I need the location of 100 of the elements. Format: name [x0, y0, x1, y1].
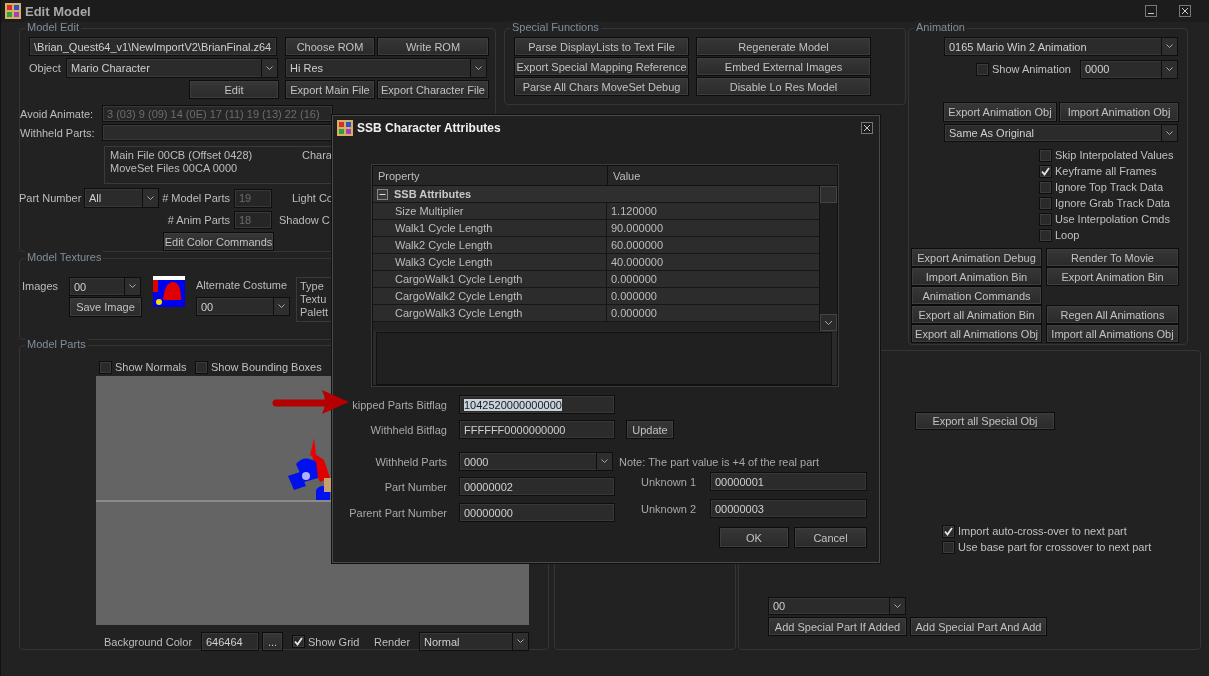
render-dropdown[interactable]: Normal — [419, 632, 529, 651]
property-name: Size Multiplier — [373, 203, 607, 219]
function-button[interactable]: Disable Lo Res Model — [696, 77, 871, 96]
option-checkbox[interactable]: Show Bounding Boxes — [195, 359, 322, 375]
animation-button[interactable]: Export all Animations Obj — [911, 324, 1042, 343]
function-button[interactable]: Regenerate Model — [696, 37, 871, 56]
add-special-part-and-add-button[interactable]: Add Special Part And Add — [910, 617, 1047, 636]
unknown-field[interactable]: 00000001 — [710, 472, 867, 491]
withheld-parts-dropdown[interactable]: 0000 — [459, 452, 613, 471]
background-color-field[interactable]: 646464 — [201, 632, 259, 651]
category-label: SSB Attributes — [394, 188, 472, 200]
chevron-down-icon[interactable] — [1161, 125, 1177, 141]
app-icon — [5, 3, 21, 19]
show-grid-checkbox[interactable]: Show Grid — [292, 633, 374, 650]
chevron-down-icon[interactable] — [470, 59, 486, 77]
function-button[interactable]: Export Special Mapping Reference — [514, 57, 689, 76]
part-number-dropdown[interactable]: All — [84, 188, 159, 208]
option-checkbox[interactable]: Use base part for crossover to next part — [942, 539, 1152, 555]
function-button[interactable]: Parse All Chars MoveSet Debug — [514, 77, 689, 96]
function-button[interactable]: Embed External Images — [696, 57, 871, 76]
export-all-special-obj-button[interactable]: Export all Special Obj — [915, 412, 1055, 430]
chevron-down-icon[interactable] — [261, 59, 277, 77]
resolution-dropdown[interactable]: Hi Res — [285, 58, 487, 78]
export-main-file-button[interactable]: Export Main File — [285, 80, 375, 99]
option-checkbox[interactable]: Ignore Grab Track Data — [1039, 195, 1187, 211]
alternate-costume-dropdown[interactable]: 00 — [196, 297, 290, 316]
chevron-down-icon[interactable] — [889, 598, 905, 614]
category-row[interactable]: SSB Attributes — [373, 186, 819, 203]
function-button[interactable]: Parse DisplayLists to Text File — [514, 37, 689, 56]
animation-button[interactable]: Export Animation Debug — [911, 248, 1042, 267]
chevron-down-icon[interactable] — [1161, 60, 1177, 78]
option-checkbox[interactable]: Keyframe all Frames — [1039, 163, 1187, 179]
chevron-down-icon[interactable] — [596, 453, 612, 470]
part-number-field[interactable]: 00000002 — [459, 477, 615, 496]
add-special-part-if-added-button[interactable]: Add Special Part If Added — [768, 617, 907, 636]
animation-button[interactable]: Regen All Animations — [1046, 305, 1179, 324]
property-value[interactable]: 0.000000 — [607, 305, 819, 321]
column-header[interactable]: Property — [373, 166, 608, 185]
object-dropdown[interactable]: Mario Character — [66, 58, 278, 78]
animation-button[interactable]: Export all Animation Bin — [911, 305, 1042, 324]
animation-button[interactable]: Import all Animations Obj — [1046, 324, 1179, 343]
property-value[interactable]: 1.120000 — [607, 203, 819, 219]
collapse-icon[interactable] — [377, 188, 388, 200]
minimize-button[interactable] — [1145, 5, 1157, 17]
frame-dropdown[interactable]: 0000 — [1080, 59, 1178, 79]
animation-button[interactable]: Animation Commands — [911, 286, 1042, 305]
animation-button[interactable]: Export Animation Bin — [1046, 267, 1179, 286]
chevron-down-icon[interactable] — [124, 278, 140, 295]
edit-button[interactable]: Edit — [189, 80, 279, 99]
option-checkbox[interactable]: Import auto-cross-over to next part — [942, 523, 1152, 539]
choose-rom-button[interactable]: Choose ROM — [285, 37, 375, 56]
property-name: CargoWalk3 Cycle Length — [373, 305, 607, 321]
unknown-label: Unknown 2 — [641, 502, 698, 515]
option-checkbox[interactable]: Show Normals — [99, 359, 195, 375]
skipped-parts-field[interactable]: 1042520000000000 — [459, 395, 615, 414]
close-button[interactable] — [861, 122, 873, 134]
chevron-down-icon[interactable] — [1161, 38, 1177, 55]
show-animation-checkbox[interactable]: Show Animation — [976, 61, 1080, 77]
note-text: Note: The part value is +4 of the real part — [619, 455, 820, 468]
animation-button[interactable]: Import Animation Bin — [911, 267, 1042, 286]
scrollbar[interactable] — [819, 186, 837, 331]
parent-part-number-field[interactable]: 00000000 — [459, 503, 615, 522]
special-part-dropdown[interactable]: 00 — [768, 597, 906, 615]
animation-button[interactable]: Render To Movie — [1046, 248, 1179, 267]
property-value[interactable]: 90.000000 — [607, 220, 819, 236]
pick-color-button[interactable]: ... — [262, 632, 283, 651]
withheld-bitflag-field[interactable]: FFFFFF0000000000 — [459, 420, 615, 439]
property-value[interactable]: 60.000000 — [607, 237, 819, 253]
object-label: Object — [29, 62, 62, 74]
edit-color-commands-button[interactable]: Edit Color Commands — [163, 232, 274, 251]
option-checkbox[interactable]: Use Interpolation Cmds — [1039, 211, 1187, 227]
update-button[interactable]: Update — [626, 420, 674, 439]
property-name: CargoWalk2 Cycle Length — [373, 288, 607, 304]
column-header[interactable]: Value — [608, 166, 837, 185]
scroll-down-icon[interactable] — [820, 314, 837, 331]
export-character-file-button[interactable]: Export Character File — [377, 80, 489, 99]
property-name: CargoWalk1 Cycle Length — [373, 271, 607, 287]
unknown-field[interactable]: 00000003 — [710, 499, 867, 518]
export-mode-dropdown[interactable]: Same As Original — [944, 124, 1178, 142]
chevron-down-icon[interactable] — [273, 298, 289, 315]
close-button[interactable] — [1179, 5, 1191, 17]
write-rom-button[interactable]: Write ROM — [377, 37, 489, 56]
withheld-parts-field[interactable] — [102, 124, 333, 141]
animation-dropdown[interactable]: 0165 Mario Win 2 Animation — [944, 37, 1178, 56]
export-animation-obj-button[interactable]: Export Animation Obj — [943, 102, 1057, 122]
chevron-down-icon[interactable] — [142, 189, 158, 207]
ok-button[interactable]: OK — [719, 527, 789, 548]
property-value[interactable]: 0.000000 — [607, 271, 819, 287]
option-checkbox[interactable]: Skip Interpolated Values — [1039, 147, 1187, 163]
save-image-button[interactable]: Save Image — [69, 297, 142, 317]
rom-path-field[interactable]: \Brian_Quest64_v1\NewImportV2\BrianFinal.z64 — [29, 37, 277, 56]
import-animation-obj-button[interactable]: Import Animation Obj — [1059, 102, 1179, 122]
cancel-button[interactable]: Cancel — [794, 527, 867, 548]
image-dropdown[interactable]: 00 — [69, 277, 141, 296]
property-value[interactable]: 40.000000 — [607, 254, 819, 270]
option-checkbox[interactable]: Loop — [1039, 227, 1187, 243]
option-checkbox[interactable]: Ignore Top Track Data — [1039, 179, 1187, 195]
chevron-down-icon[interactable] — [512, 633, 528, 650]
parent-part-number-label: Parent Part Number — [348, 506, 447, 519]
property-value[interactable]: 0.000000 — [607, 288, 819, 304]
